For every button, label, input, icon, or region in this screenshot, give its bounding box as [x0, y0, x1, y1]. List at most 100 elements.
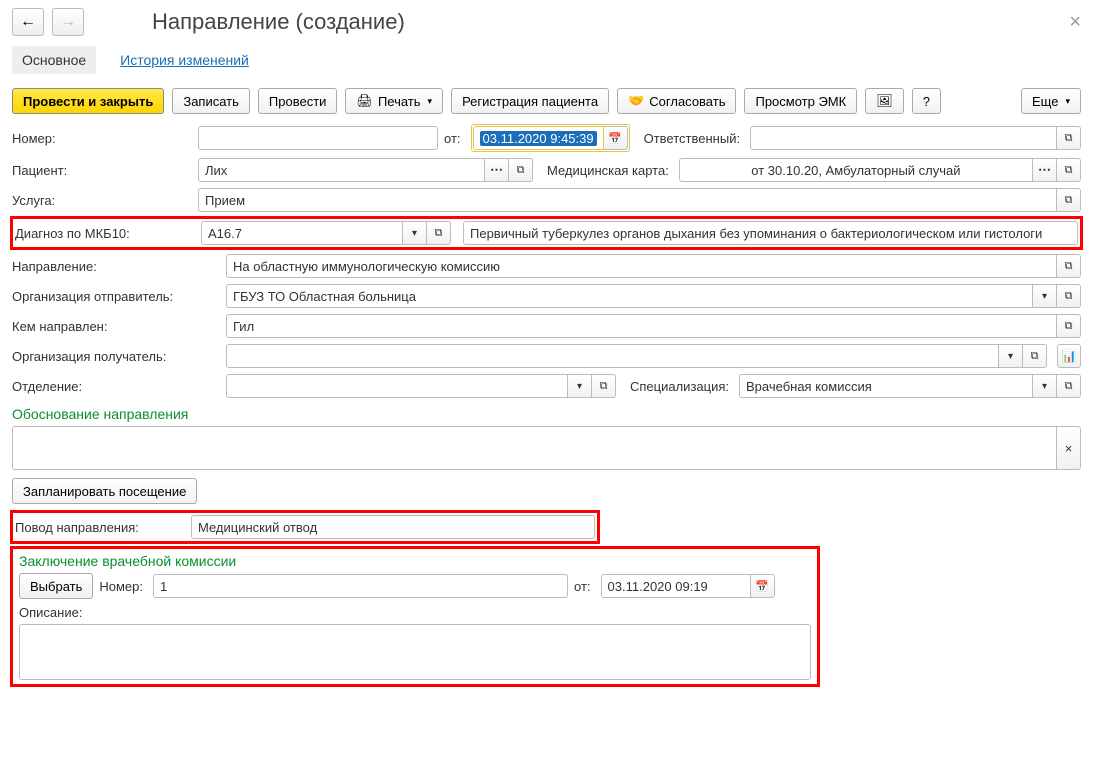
print-button[interactable]: Печать▾ [345, 88, 443, 114]
open-icon [517, 164, 525, 177]
committee-date-input[interactable]: 03.11.2020 09:19 [601, 574, 751, 598]
committee-from-label: от: [574, 579, 591, 594]
open-button[interactable] [1057, 374, 1081, 398]
open-button[interactable] [509, 158, 533, 182]
write-button[interactable]: Записать [172, 88, 250, 114]
reason-label: Повод направления: [15, 520, 185, 535]
open-icon [1065, 132, 1073, 145]
patient-label: Пациент: [12, 163, 192, 178]
dropdown-button[interactable] [1033, 284, 1057, 308]
service-input[interactable]: Прием [198, 188, 1057, 212]
number-label: Номер: [12, 131, 192, 146]
chevron-down-icon: ▾ [1065, 96, 1070, 107]
referral-input[interactable]: На областную иммунологическую комиссию [226, 254, 1057, 278]
image-button[interactable] [865, 88, 904, 114]
handshake-icon [628, 93, 644, 109]
tab-history[interactable]: История изменений [110, 46, 259, 74]
department-input[interactable] [226, 374, 568, 398]
datetime-wrapper: 03.11.2020 9:45:39 [471, 124, 630, 152]
open-button[interactable] [1057, 126, 1081, 150]
open-icon [1065, 290, 1073, 303]
print-icon [356, 93, 373, 109]
forward-button[interactable]: → [52, 8, 84, 36]
committee-title: Заключение врачебной комиссии [19, 553, 811, 569]
number-input[interactable] [198, 126, 438, 150]
responsible-label: Ответственный: [644, 131, 740, 146]
agree-button[interactable]: Согласовать [617, 88, 736, 114]
committee-number-label: Номер: [99, 579, 143, 594]
open-button[interactable] [1057, 314, 1081, 338]
specialization-input[interactable]: Врачебная комиссия [739, 374, 1033, 398]
justification-textarea[interactable] [12, 426, 1057, 470]
dropdown-button[interactable] [1033, 374, 1057, 398]
datetime-input[interactable]: 03.11.2020 9:45:39 [473, 126, 604, 150]
service-label: Услуга: [12, 193, 192, 208]
referral-label: Направление: [12, 259, 220, 274]
clear-button[interactable]: × [1057, 426, 1081, 470]
description-label: Описание: [19, 605, 811, 620]
calendar-button[interactable] [751, 574, 775, 598]
back-button[interactable]: ← [12, 8, 44, 36]
org-receiver-input[interactable] [226, 344, 999, 368]
justification-title: Обоснование направления [12, 406, 1081, 422]
responsible-input[interactable] [750, 126, 1057, 150]
chevron-down-icon [1008, 350, 1013, 362]
dots-icon [490, 162, 503, 178]
view-emk-button[interactable]: Просмотр ЭМК [744, 88, 857, 114]
page-title: Направление (создание) [152, 9, 405, 35]
diagnosis-label: Диагноз по МКБ10: [15, 226, 195, 241]
open-icon [435, 227, 443, 240]
department-label: Отделение: [12, 379, 220, 394]
diagnosis-code-input[interactable]: A16.7 [201, 221, 403, 245]
open-button[interactable] [1057, 158, 1081, 182]
calendar-button[interactable] [604, 126, 628, 150]
dropdown-button[interactable] [568, 374, 592, 398]
more-button[interactable]: Еще▾ [1021, 88, 1081, 114]
filter-button[interactable] [1057, 344, 1081, 368]
register-patient-button[interactable]: Регистрация пациента [451, 88, 609, 114]
diagnosis-text-input[interactable]: Первичный туберкулез органов дыхания без… [463, 221, 1078, 245]
from-label: от: [444, 131, 461, 146]
help-button[interactable]: ? [912, 88, 941, 114]
image-icon [876, 93, 893, 109]
select-button[interactable] [485, 158, 509, 182]
chevron-down-icon: ▾ [428, 96, 433, 107]
chevron-down-icon [412, 227, 417, 239]
select-button[interactable]: Выбрать [19, 573, 93, 599]
open-icon [1065, 164, 1073, 177]
calendar-icon [608, 132, 622, 145]
open-button[interactable] [1057, 188, 1081, 212]
open-button[interactable] [427, 221, 451, 245]
org-sender-input[interactable]: ГБУЗ ТО Областная больница [226, 284, 1033, 308]
open-button[interactable] [1057, 284, 1081, 308]
org-receiver-label: Организация получатель: [12, 349, 220, 364]
open-button[interactable] [1023, 344, 1047, 368]
sent-by-input[interactable]: Гил [226, 314, 1057, 338]
medcard-input[interactable]: от 30.10.20, Амбулаторный случай [679, 158, 1033, 182]
reason-input[interactable]: Медицинский отвод [191, 515, 595, 539]
tab-main[interactable]: Основное [12, 46, 96, 74]
open-icon [1065, 320, 1073, 333]
close-icon[interactable]: × [1069, 11, 1081, 34]
medcard-label: Медицинская карта: [547, 163, 669, 178]
select-button[interactable] [1033, 158, 1057, 182]
dropdown-button[interactable] [403, 221, 427, 245]
dropdown-button[interactable] [999, 344, 1023, 368]
open-icon [1031, 350, 1039, 363]
open-icon [1065, 260, 1073, 273]
specialization-label: Специализация: [630, 379, 729, 394]
post-button[interactable]: Провести [258, 88, 338, 114]
chevron-down-icon [1042, 380, 1047, 392]
dots-icon [1038, 162, 1051, 178]
committee-number-input[interactable]: 1 [153, 574, 568, 598]
open-button[interactable] [592, 374, 616, 398]
open-button[interactable] [1057, 254, 1081, 278]
org-sender-label: Организация отправитель: [12, 289, 220, 304]
post-and-close-button[interactable]: Провести и закрыть [12, 88, 164, 114]
plan-visit-button[interactable]: Запланировать посещение [12, 478, 197, 504]
chevron-down-icon [1042, 290, 1047, 302]
filter-icon [1062, 349, 1077, 363]
description-textarea[interactable] [19, 624, 811, 680]
open-icon [600, 380, 608, 393]
patient-input[interactable]: Лих [198, 158, 485, 182]
